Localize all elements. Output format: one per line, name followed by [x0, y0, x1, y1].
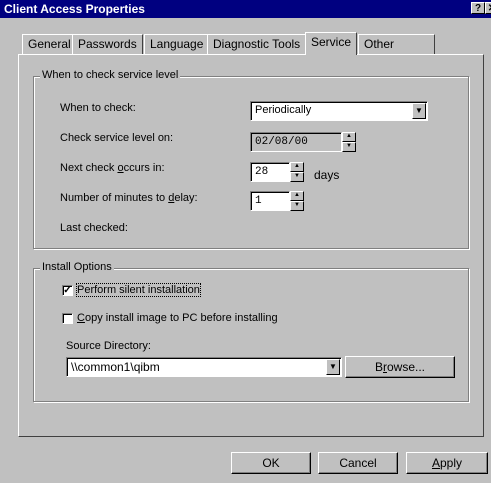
tab-passwords[interactable]: Passwords	[72, 34, 143, 54]
spin-down-icon[interactable]: ▼	[290, 201, 304, 211]
tab-language[interactable]: Language	[144, 34, 210, 54]
title-bar: Client Access Properties ? ✕	[0, 0, 491, 18]
when-to-check-value: Periodically	[255, 104, 312, 116]
silent-install-label[interactable]: Perform silent installation	[76, 283, 201, 297]
source-directory-combo[interactable]: \\common1\qibm ▼	[66, 357, 342, 377]
chevron-down-icon[interactable]: ▼	[412, 103, 426, 119]
install-options-group-label: Install Options	[40, 261, 114, 273]
help-button[interactable]: ?	[471, 2, 485, 14]
check-date-field[interactable]: 02/08/00	[250, 132, 342, 152]
next-check-label: Next check occurs in:	[60, 162, 165, 174]
ok-button[interactable]: OK	[231, 452, 311, 474]
window-title: Client Access Properties	[4, 2, 145, 16]
chevron-down-icon[interactable]: ▼	[326, 359, 340, 375]
tab-service[interactable]: Service	[305, 32, 358, 55]
minutes-to-delay-label: Number of minutes to delay:	[60, 192, 198, 204]
next-check-field[interactable]: 28	[250, 162, 290, 182]
tab-diagnostic-tools[interactable]: Diagnostic Tools	[207, 34, 307, 54]
spin-down-icon[interactable]: ▼	[342, 142, 356, 152]
next-check-unit: days	[314, 168, 340, 182]
delay-spinner[interactable]: ▲ ▼	[290, 191, 304, 211]
copy-image-checkbox[interactable]	[62, 313, 73, 324]
delay-value: 1	[255, 195, 262, 207]
next-check-value: 28	[255, 166, 269, 178]
when-to-check-dropdown[interactable]: Periodically ▼	[250, 101, 428, 121]
check-service-level-on-label: Check service level on:	[60, 132, 174, 144]
source-directory-value: \\common1\qibm	[71, 360, 160, 374]
apply-button[interactable]: Apply	[406, 452, 488, 474]
last-checked-label: Last checked:	[60, 222, 128, 234]
spin-up-icon[interactable]: ▲	[342, 132, 356, 142]
tab-other[interactable]: Other	[358, 34, 436, 54]
check-date-value: 02/08/00	[255, 136, 308, 148]
tab-general[interactable]: General	[22, 34, 77, 54]
spin-up-icon[interactable]: ▲	[290, 162, 304, 172]
cancel-button[interactable]: Cancel	[318, 452, 398, 474]
check-date-spinner[interactable]: ▲ ▼	[342, 132, 356, 152]
source-directory-label: Source Directory:	[66, 340, 151, 352]
silent-install-checkbox[interactable]: ✓	[62, 285, 73, 296]
when-to-check-label: When to check:	[60, 102, 136, 114]
service-level-group-label: When to check service level	[40, 69, 181, 81]
copy-image-label[interactable]: Copy install image to PC before installi…	[77, 312, 278, 324]
browse-button[interactable]: Browse...	[345, 356, 455, 378]
next-check-spinner[interactable]: ▲ ▼	[290, 162, 304, 182]
spin-up-icon[interactable]: ▲	[290, 191, 304, 201]
delay-field[interactable]: 1	[250, 191, 290, 211]
close-button[interactable]: ✕	[485, 2, 491, 14]
spin-down-icon[interactable]: ▼	[290, 172, 304, 182]
